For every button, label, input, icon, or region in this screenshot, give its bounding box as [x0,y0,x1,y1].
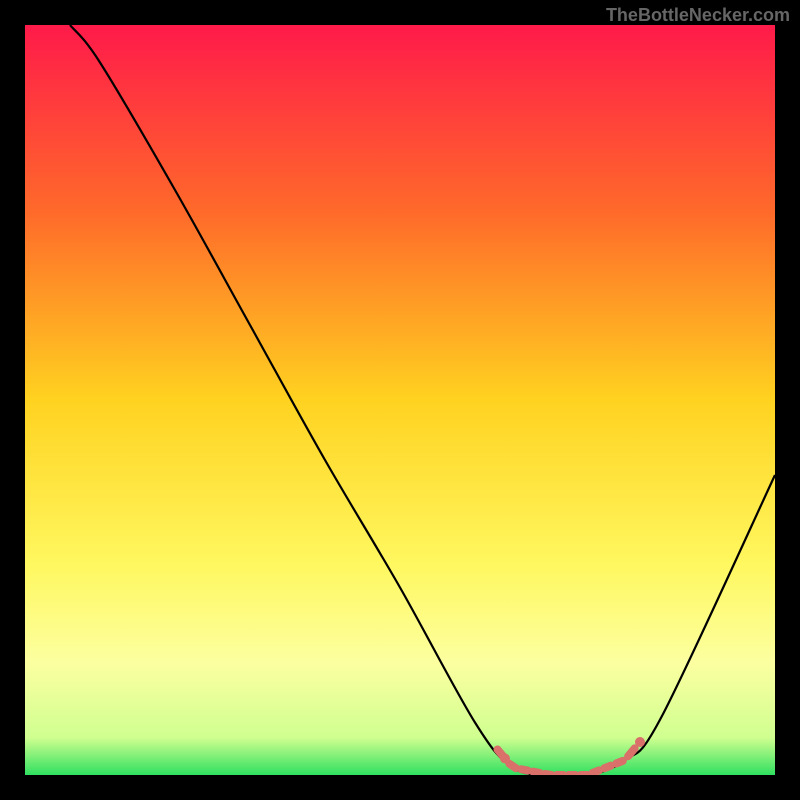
chart-svg [25,25,775,775]
gradient-background [25,25,775,775]
chart-plot [25,25,775,775]
watermark-text: TheBottleNecker.com [606,5,790,26]
